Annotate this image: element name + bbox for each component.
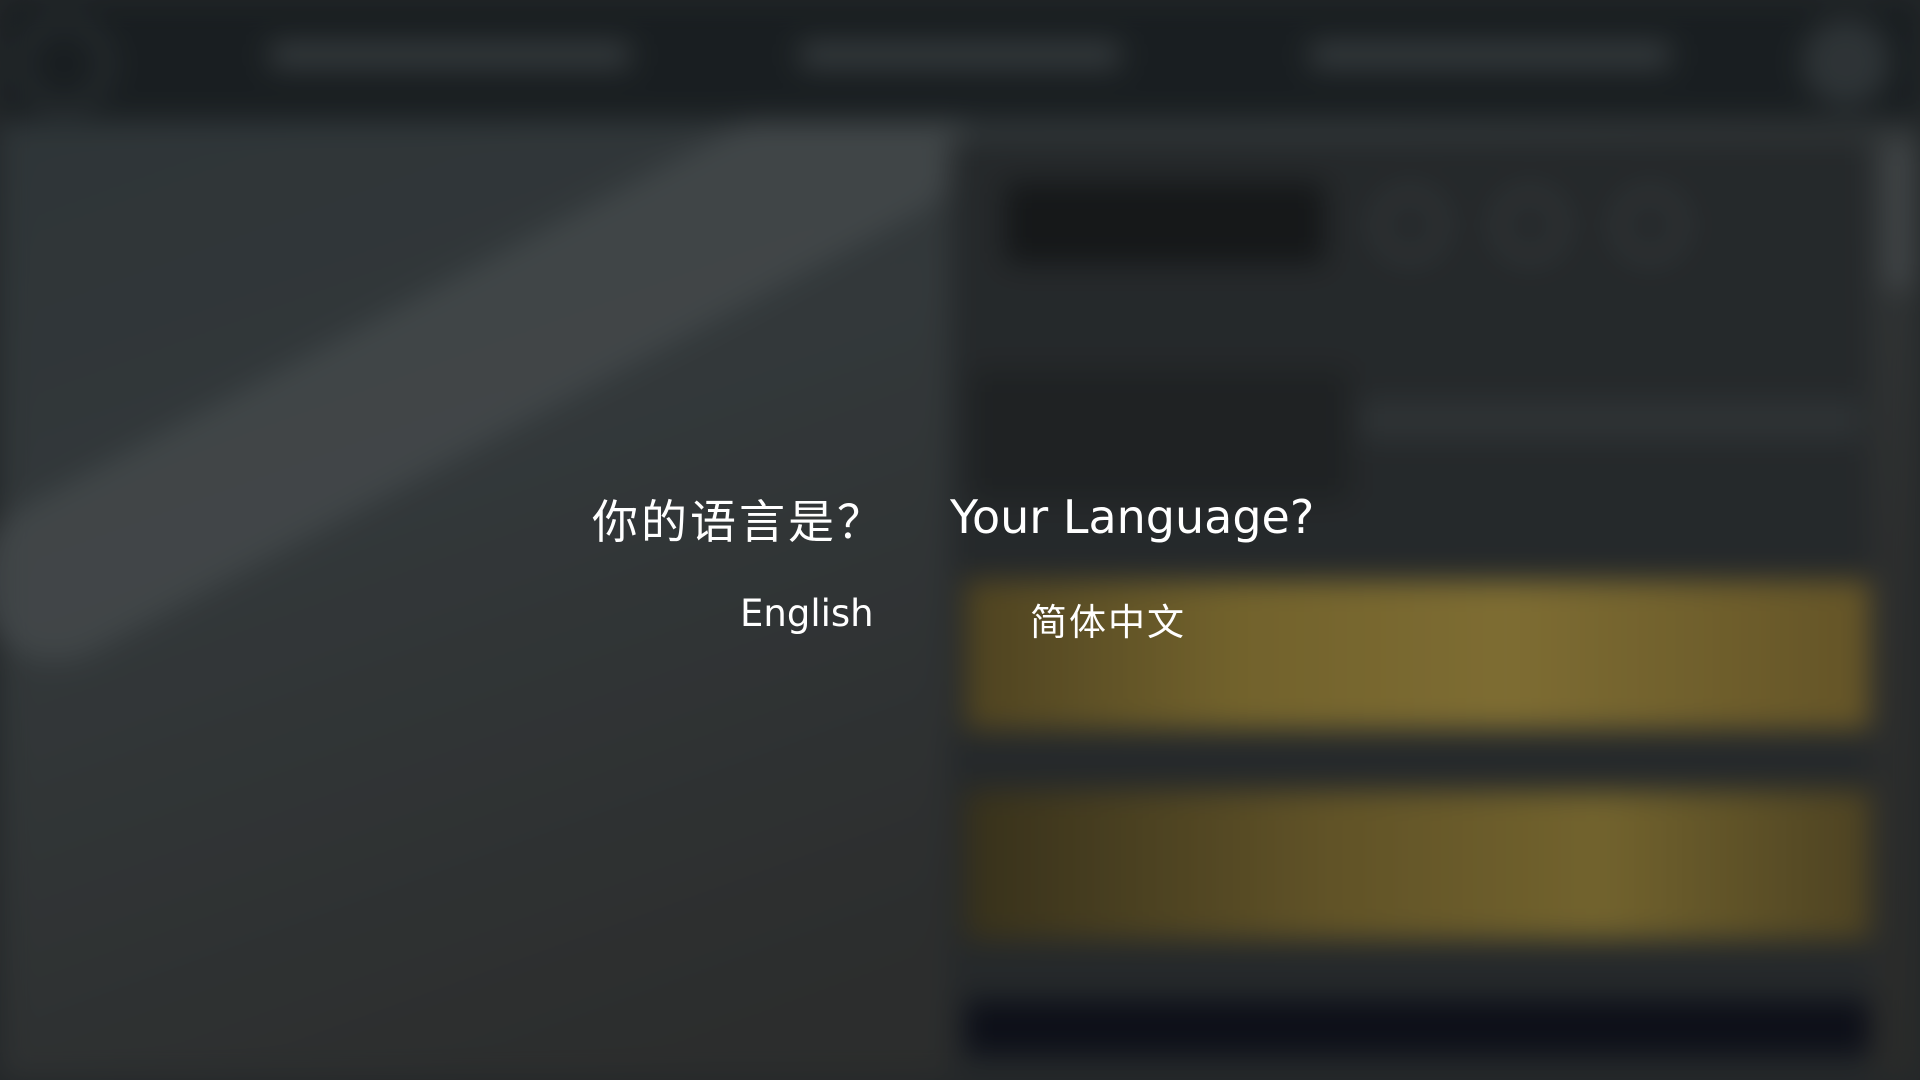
question-chinese: 你的语言是？ [592,495,886,549]
option-simplified-chinese-button[interactable]: 简体中文 [1030,592,1186,644]
question-english: Your Language? [950,490,1315,544]
option-english-button[interactable]: English [740,592,874,642]
app-window: 你的语言是？ Your Language? English 简体中文 [0,0,1920,1080]
language-select-dialog: 你的语言是？ Your Language? English 简体中文 [0,0,1920,1080]
